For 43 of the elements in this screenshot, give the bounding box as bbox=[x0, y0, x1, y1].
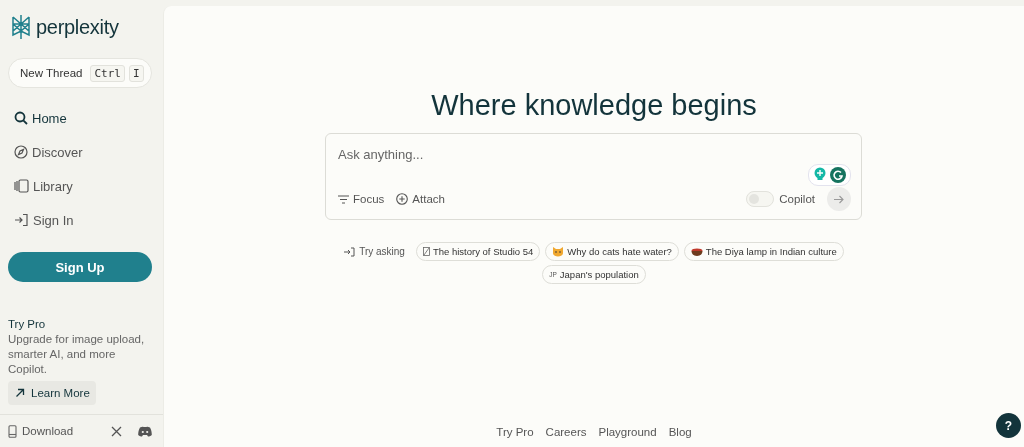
plus-circle-icon bbox=[396, 193, 409, 205]
new-thread-button[interactable]: New Thread Ctrl I bbox=[8, 58, 152, 88]
focus-button[interactable]: Focus bbox=[338, 193, 385, 205]
help-button[interactable]: ? bbox=[996, 413, 1021, 438]
promo-title: Try Pro bbox=[8, 318, 47, 330]
filter-icon bbox=[338, 194, 349, 204]
cat-face-icon bbox=[552, 246, 565, 257]
search-field[interactable]: Ask anything... bbox=[338, 146, 638, 162]
sign-in-icon bbox=[14, 213, 29, 227]
promo-text: Upgrade for image upload, smarter AI, and more Copilot. bbox=[8, 332, 146, 377]
suggestion-chip[interactable]: The Diya lamp in Indian culture bbox=[683, 242, 844, 261]
arrow-icon bbox=[15, 388, 25, 398]
library-icon bbox=[14, 179, 29, 193]
compass-icon bbox=[14, 145, 28, 159]
attach-button[interactable]: Attach bbox=[396, 193, 445, 205]
footer-link[interactable]: Blog bbox=[668, 426, 692, 438]
suggestion-chip[interactable]: The history of Studio 54 bbox=[415, 242, 541, 261]
x-icon[interactable] bbox=[111, 425, 122, 437]
search-icon bbox=[14, 111, 28, 125]
arrow-right-icon bbox=[834, 194, 844, 204]
nav-item[interactable]: Home bbox=[14, 108, 152, 128]
bowl-icon bbox=[690, 246, 703, 257]
nav-item[interactable]: Sign In bbox=[14, 210, 152, 230]
learn-more-button[interactable]: Learn More bbox=[8, 381, 96, 405]
try-asking-label: Try asking bbox=[359, 246, 405, 257]
heading: Where knowledge begins bbox=[431, 88, 757, 122]
copilot-toggle[interactable] bbox=[746, 191, 775, 207]
placeholder-icon bbox=[422, 247, 430, 256]
nav-item[interactable]: Library bbox=[14, 176, 152, 196]
footer-link[interactable]: Careers bbox=[545, 426, 587, 438]
logo-text: perplexity bbox=[36, 15, 119, 39]
sign-up-button[interactable]: Sign Up bbox=[8, 252, 152, 282]
nav-item[interactable]: Discover bbox=[14, 142, 152, 162]
logo-icon bbox=[11, 14, 31, 40]
footer-link[interactable]: Playground bbox=[598, 426, 657, 438]
g-circle-icon[interactable] bbox=[830, 167, 846, 183]
discord-icon[interactable] bbox=[138, 425, 152, 437]
suggestion-chip[interactable]: Why do cats hate water? bbox=[545, 242, 679, 261]
sign-in-icon bbox=[344, 246, 356, 257]
download-link[interactable]: Download bbox=[8, 424, 105, 438]
phone-icon bbox=[8, 424, 17, 438]
copilot-label: Copilot bbox=[779, 193, 815, 205]
footer-link[interactable]: Try Pro bbox=[496, 426, 534, 438]
